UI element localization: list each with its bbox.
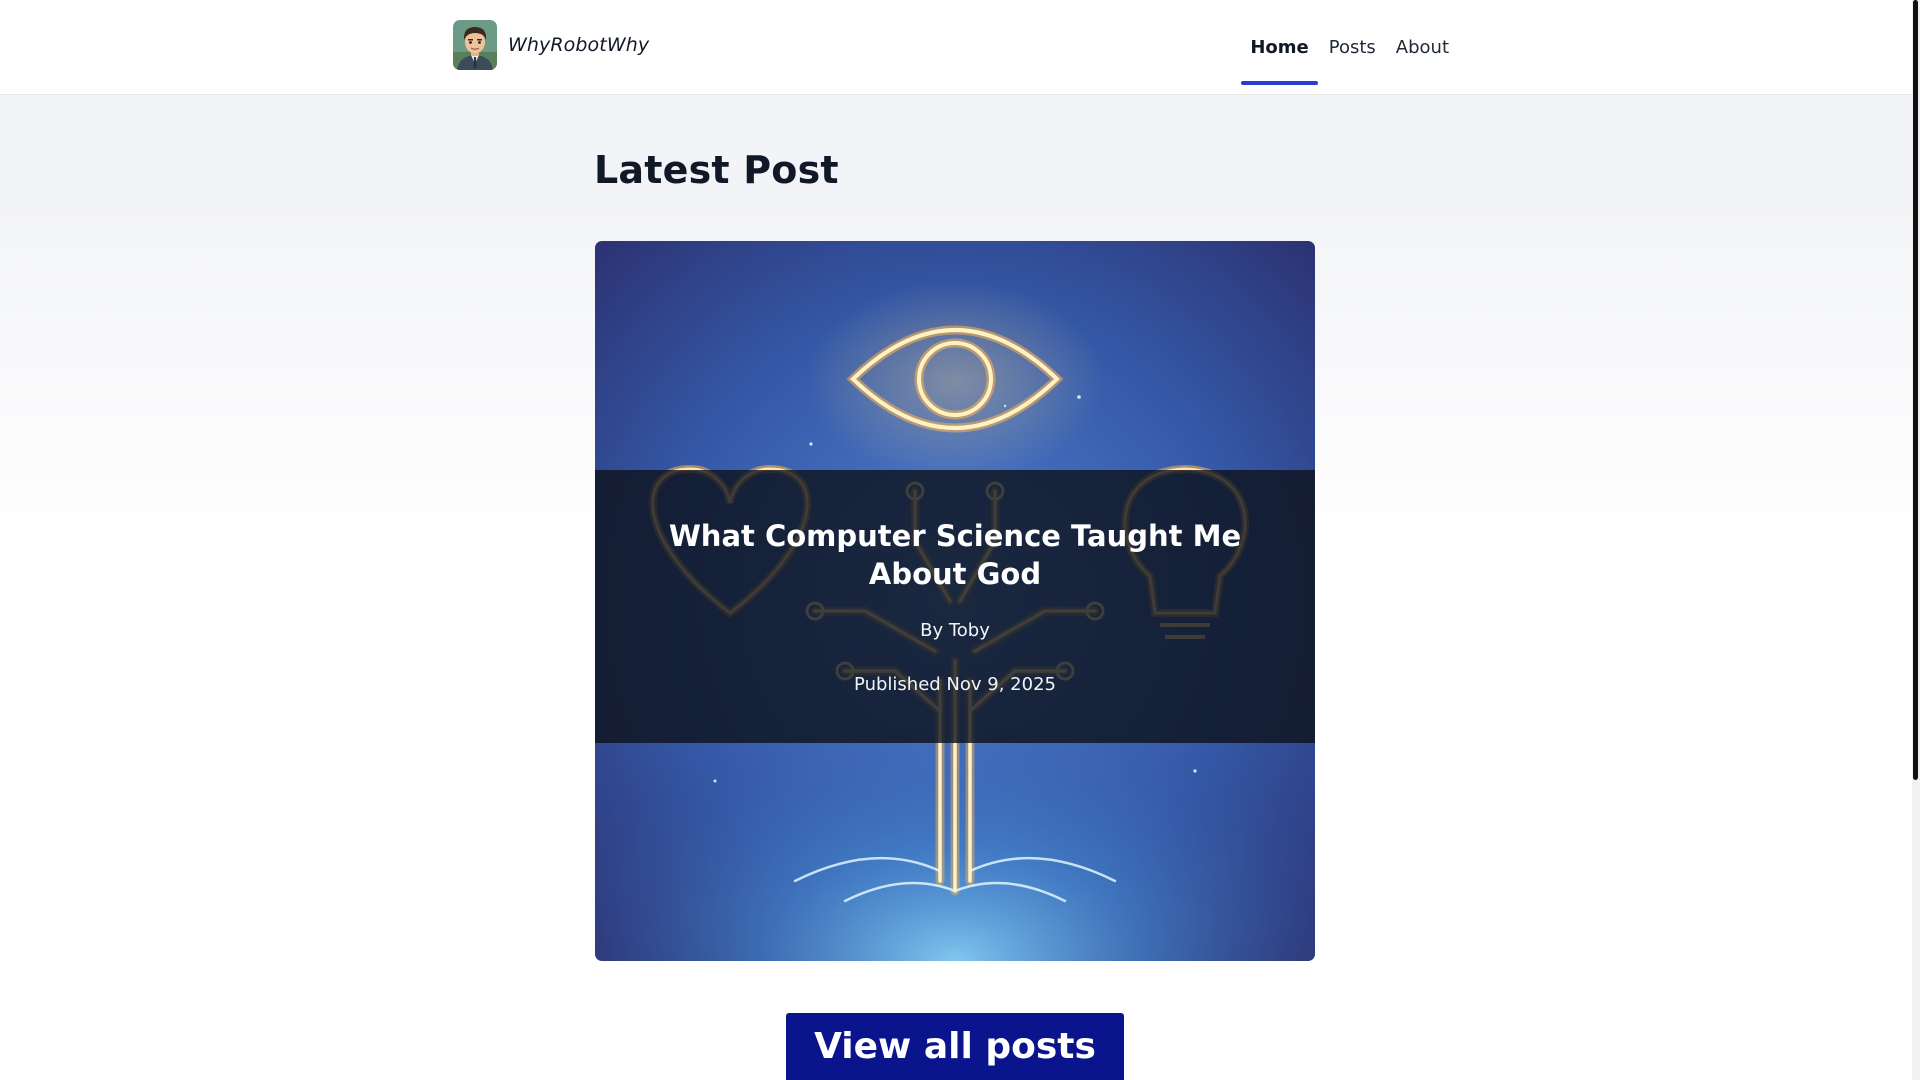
post-author: By Toby (920, 620, 990, 641)
nav-about[interactable]: About (1386, 0, 1459, 94)
brand-name: WhyRobotWhy (508, 34, 650, 56)
view-all-posts-button[interactable]: View all posts (786, 1013, 1124, 1080)
avatar (453, 20, 497, 70)
post-overlay: What Computer Science Taught Me About Go… (595, 470, 1315, 743)
scrollbar-thumb[interactable] (1913, 0, 1918, 780)
section-title: Latest Post (594, 148, 839, 192)
brand-link[interactable]: WhyRobotWhy (453, 20, 649, 70)
post-title[interactable]: What Computer Science Taught Me About Go… (635, 517, 1275, 593)
post-date: Published Nov 9, 2025 (854, 674, 1056, 695)
main-nav: Home Posts About (1240, 0, 1459, 94)
nav-home[interactable]: Home (1240, 0, 1319, 94)
latest-post-card[interactable]: What Computer Science Taught Me About Go… (595, 241, 1315, 961)
site-header: WhyRobotWhy Home Posts About (0, 0, 1912, 95)
nav-posts[interactable]: Posts (1319, 0, 1386, 94)
